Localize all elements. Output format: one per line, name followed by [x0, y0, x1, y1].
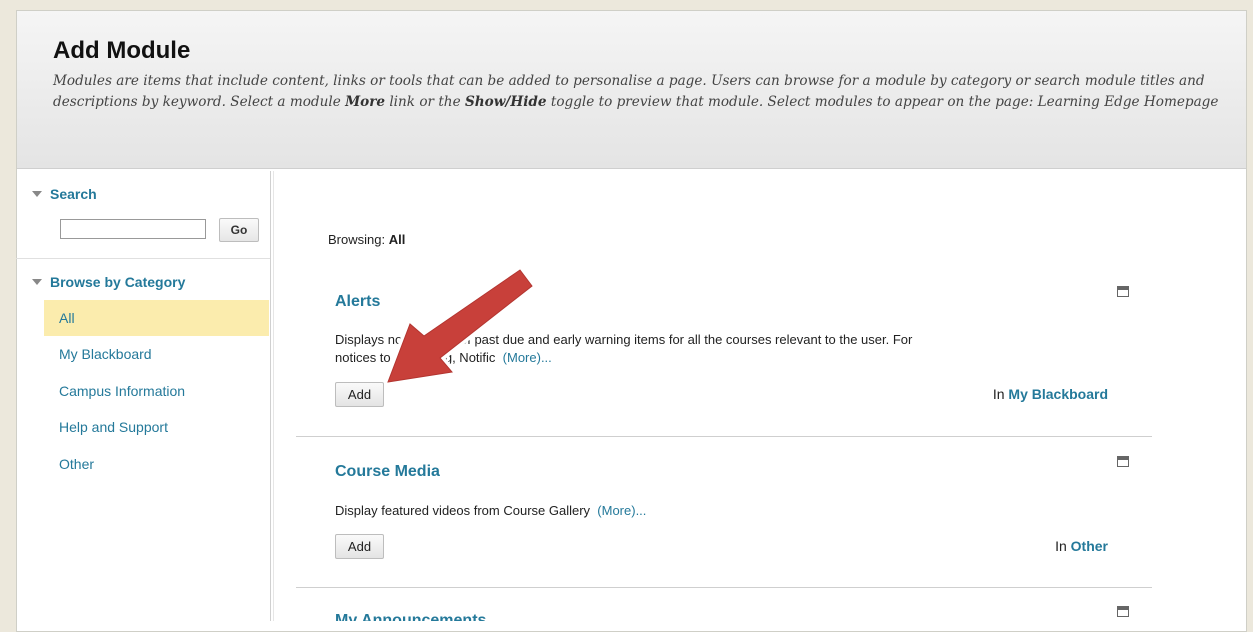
module-title[interactable]: My Announcements	[335, 612, 486, 621]
browsing-prefix: Browsing:	[328, 232, 389, 247]
module-title[interactable]: Course Media	[335, 463, 440, 481]
go-button[interactable]: Go	[219, 218, 259, 242]
category-my-blackboard[interactable]: My Blackboard	[44, 336, 269, 372]
category-link[interactable]: My Blackboard	[1008, 386, 1108, 402]
module-category: In My Blackboard	[993, 386, 1108, 402]
minimize-icon[interactable]	[1117, 286, 1129, 297]
page-header: Add Module Modules are items that includ…	[17, 11, 1246, 169]
collapse-triangle-icon	[32, 279, 42, 285]
search-section-toggle[interactable]: Search	[32, 186, 97, 202]
browsing-label: Browsing: All	[328, 232, 405, 247]
instructions-text-2: link or the	[385, 94, 465, 110]
module-description: Display featured videos from Course Gall…	[335, 502, 646, 520]
more-link[interactable]: (More)...	[597, 503, 646, 518]
browse-section-toggle[interactable]: Browse by Category	[32, 274, 185, 290]
instructions-showhide-bold: Show/Hide	[464, 94, 547, 110]
page-instructions: Modules are items that include content, …	[53, 71, 1228, 113]
module-separator	[296, 436, 1152, 437]
in-prefix: In	[992, 386, 1009, 402]
minimize-icon[interactable]	[1117, 456, 1129, 467]
sidebar-border	[270, 171, 271, 621]
add-button[interactable]: Add	[335, 534, 384, 559]
search-input[interactable]	[60, 219, 206, 239]
category-campus-information[interactable]: Campus Information	[44, 373, 269, 409]
browsing-value: All	[388, 232, 406, 247]
module-category: In Other	[1055, 538, 1108, 554]
browse-section-label: Browse by Category	[50, 274, 186, 290]
minimize-icon[interactable]	[1117, 606, 1129, 617]
in-prefix: In	[1055, 538, 1071, 554]
instructions-text-3: toggle to preview that module. Select mo…	[546, 94, 1219, 110]
module-separator	[296, 587, 1152, 588]
instructions-more-bold: More	[345, 94, 386, 110]
search-section-label: Search	[50, 186, 97, 202]
category-all[interactable]: All	[44, 300, 269, 336]
sidebar-divider	[16, 258, 270, 259]
sidebar-border-inner	[273, 171, 274, 621]
category-help-and-support[interactable]: Help and Support	[44, 409, 269, 445]
category-link[interactable]: Other	[1071, 538, 1108, 554]
annotation-arrow-icon	[384, 266, 536, 386]
module-description-line-1: Display featured videos from Course Gall…	[335, 503, 591, 518]
page-title: Add Module	[53, 37, 191, 64]
collapse-triangle-icon	[32, 191, 42, 197]
category-other[interactable]: Other	[44, 446, 269, 482]
